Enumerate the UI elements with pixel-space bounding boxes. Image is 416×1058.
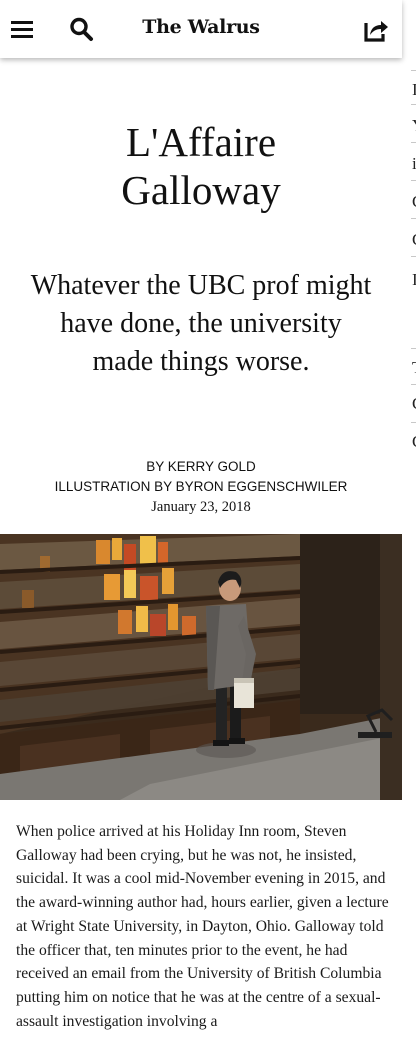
article-body-paragraph: When police arrived at his Holiday Inn r… <box>16 823 389 1030</box>
article-dek: Whatever the UBC prof might have done, t… <box>30 270 372 377</box>
headline-line-1: L'Affaire <box>125 119 277 165</box>
headline-line-2: Galloway <box>121 167 281 213</box>
hero-illustration <box>0 534 402 800</box>
top-bar: The Walrus <box>0 0 402 58</box>
article-headline: L'Affaire Galloway <box>0 118 402 214</box>
author-byline: BY KERRY GOLD <box>146 459 256 474</box>
share-icon[interactable] <box>361 14 391 44</box>
publish-date: January 23, 2018 <box>151 499 251 515</box>
adjacent-panel-edge: I Y i C C I T C C <box>402 58 416 1058</box>
illustrator-credit: ILLUSTRATION BY BYRON EGGENSCHWILER <box>54 479 348 494</box>
byline-block: BY KERRY GOLD ILLUSTRATION BY BYRON EGGE… <box>0 457 402 517</box>
site-brand[interactable]: The Walrus <box>0 16 402 38</box>
